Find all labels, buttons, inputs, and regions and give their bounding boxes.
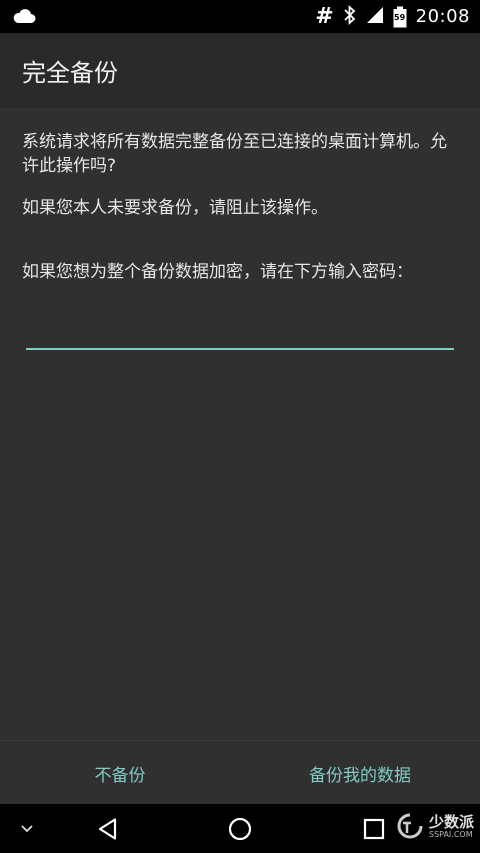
- back-icon[interactable]: [88, 804, 128, 853]
- sspai-logo-icon: [397, 813, 423, 839]
- bluetooth-icon: [343, 4, 357, 29]
- hash-status-icon: #: [315, 3, 334, 29]
- status-bar: # 59 20:08: [0, 0, 480, 33]
- battery-icon: 59: [393, 6, 407, 28]
- sspai-watermark: 少数派 SSPAI.COM: [395, 806, 474, 846]
- home-icon[interactable]: [220, 804, 260, 853]
- password-prompt: 如果您想为整个备份数据加密，请在下方输入密码：: [22, 262, 413, 282]
- watermark-text: 少数派: [428, 812, 474, 831]
- battery-level: 59: [394, 12, 406, 22]
- chevron-down-icon[interactable]: [12, 804, 42, 853]
- warning-message: 如果您本人未要求备份，请阻止该操作。: [22, 198, 328, 218]
- title-bar: 完全备份: [0, 33, 480, 108]
- status-icons: # 59 20:08: [315, 0, 470, 33]
- cloud-icon: [12, 8, 36, 28]
- do-not-backup-label: 不备份: [94, 765, 146, 786]
- dialog-content: 系统请求将所有数据完整备份至已连接的桌面计算机。允许此操作吗? 如果您本人未要求…: [0, 108, 480, 740]
- page-title: 完全备份: [22, 59, 118, 87]
- backup-my-data-label: 备份我的数据: [309, 765, 411, 786]
- backup-my-data-button[interactable]: 备份我的数据: [240, 741, 480, 805]
- watermark-subtext: SSPAI.COM: [428, 829, 473, 839]
- recents-icon[interactable]: [354, 804, 394, 853]
- clock: 20:08: [415, 6, 470, 27]
- signal-icon: [366, 6, 384, 28]
- password-field[interactable]: [26, 308, 454, 350]
- button-bar: 不备份 备份我的数据: [0, 740, 480, 805]
- do-not-backup-button[interactable]: 不备份: [0, 741, 240, 805]
- backup-request-message: 系统请求将所有数据完整备份至已连接的桌面计算机。允许此操作吗?: [22, 132, 447, 176]
